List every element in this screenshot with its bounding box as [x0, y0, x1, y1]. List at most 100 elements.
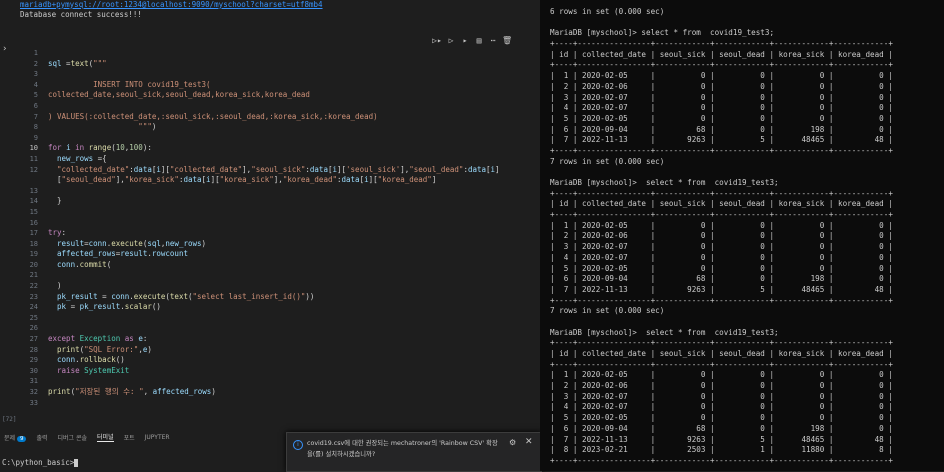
code-line[interactable]: 29 conn.rollback()	[0, 355, 540, 366]
terminal-line: | 4 | 2020-02-07 | 0 | 0 | 0 | 0 |	[550, 402, 893, 412]
code-line[interactable]: 23 pk_result = conn.execute(text("select…	[0, 292, 540, 303]
line-number: 4	[33, 80, 38, 89]
delete-icon[interactable]: 🗑	[502, 36, 512, 45]
code-line[interactable]: 22 )	[0, 281, 540, 292]
code-line[interactable]: 16	[0, 218, 540, 229]
code-text: """)	[48, 122, 157, 132]
code-line[interactable]: 26	[0, 323, 540, 334]
terminal-line: | 5 | 2020-02-05 | 0 | 0 | 0 | 0 |	[550, 413, 893, 423]
line-number: 6	[33, 101, 38, 110]
terminal-line: 7 rows in set (0.000 sec)	[550, 156, 665, 166]
code-line[interactable]: 6	[0, 101, 540, 112]
panel-tab[interactable]: 디버그 콘솔	[58, 433, 88, 442]
terminal-line: | 6 | 2020-09-04 | 68 | 0 | 198 | 0 |	[550, 423, 893, 433]
code-line[interactable]: 24 pk = pk_result.scalar()	[0, 302, 540, 313]
terminal-line: | 5 | 2020-02-05 | 0 | 0 | 0 | 0 |	[550, 113, 893, 123]
code-text: conn.rollback()	[57, 355, 125, 365]
terminal-line: 6 rows in set (0.000 sec)	[550, 7, 665, 16]
code-cell[interactable]: 1 2 sql =text(""" 3 4 INSERT INTO covid19_te…	[0, 48, 540, 408]
terminal-line: | 2 | 2020-02-06 | 0 | 0 | 0 | 0 |	[550, 231, 893, 241]
panel-tab[interactable]: 문제 9	[4, 433, 27, 442]
line-number: 28	[29, 345, 38, 354]
code-line[interactable]: 32 print("저장된 행의 수: ", affected_rows)	[0, 387, 540, 398]
code-line[interactable]: 3	[0, 69, 540, 80]
code-text: except Exception as e:	[48, 334, 148, 344]
line-number: 24	[29, 303, 38, 312]
code-line[interactable]: 27 except Exception as e:	[0, 334, 540, 345]
extension-notification: i covid19.csv에 대한 권장되는 mechatroner의 'Rai…	[286, 432, 542, 472]
line-number: 16	[29, 218, 38, 227]
run-below-icon[interactable]: ▸	[460, 36, 470, 45]
more-icon[interactable]: ⋯	[488, 36, 498, 45]
terminal-line: MariaDB [myschool]> select * from covid1…	[550, 327, 779, 337]
run-cell-icon[interactable]: ▷	[446, 36, 456, 45]
code-line[interactable]: 10 for i in range(10,100):	[0, 143, 540, 154]
code-line[interactable]: 18 result=conn.execute(sql,new_rows)	[0, 239, 540, 250]
notification-message: covid19.csv에 대한 권장되는 mechatroner의 'Rainb…	[307, 440, 498, 458]
panel-tab[interactable]: 포트	[124, 433, 135, 442]
code-line[interactable]: 17 try:	[0, 228, 540, 239]
code-text: )	[48, 281, 62, 291]
line-number: 20	[29, 260, 38, 269]
code-line[interactable]: 19 affected_rows=result.rowcount	[0, 249, 540, 260]
terminal-line: +----+----------------+------------+----…	[550, 338, 893, 348]
line-number: 9	[33, 133, 38, 142]
terminal-line: | 3 | 2020-02-07 | 0 | 0 | 0 | 0 |	[550, 391, 893, 401]
code-line[interactable]: 8 """)	[0, 122, 540, 133]
panel-tab-label: 포트	[123, 434, 135, 442]
code-text: for i in range(10,100):	[48, 143, 152, 153]
line-number: 33	[29, 398, 38, 407]
code-line[interactable]: 30 raise SystemExit	[0, 366, 540, 377]
code-line[interactable]: ["seoul_dead"],"korea_sick":data[i]["kor…	[0, 175, 540, 186]
gear-icon[interactable]: ⚙	[509, 438, 516, 447]
code-text: INSERT INTO covid19_test3(	[48, 79, 211, 89]
terminal-line: +----+----------------+------------+----…	[550, 188, 893, 198]
code-line[interactable]: 25	[0, 313, 540, 324]
code-line[interactable]: 9	[0, 133, 540, 144]
terminal-line: +----+----------------+------------+----…	[550, 60, 893, 70]
code-line[interactable]: 28 print("SQL Error:",e)	[0, 345, 540, 356]
terminal-prompt[interactable]: C:\python_basic>	[2, 458, 79, 467]
code-line[interactable]: 21	[0, 270, 540, 281]
code-line[interactable]: 13	[0, 186, 540, 197]
terminal-line: MariaDB [myschool]> select * from covid1…	[550, 28, 775, 38]
code-line[interactable]: 4 INSERT INTO covid19_test3(	[0, 80, 540, 91]
code-text: conn.commit(	[57, 259, 112, 269]
panel-tab-bar: 문제 9 출력 디버그 콘솔 터미널 포트 JUPYTER	[0, 430, 294, 444]
terminal-line: | 1 | 2020-02-05 | 0 | 0 | 0 | 0 |	[550, 220, 893, 230]
execution-count: [72]	[2, 416, 17, 423]
line-number: 11	[29, 154, 38, 163]
panel-tab-label: 문제	[4, 434, 16, 442]
code-line[interactable]: 31	[0, 376, 540, 387]
code-line[interactable]: 7) VALUES(:collected_date,:seoul_sick,:s…	[0, 112, 540, 123]
code-line[interactable]: 14 }	[0, 196, 540, 207]
connect-success-message: Database connect success!!!	[20, 10, 142, 19]
code-text: print("SQL Error:",e)	[57, 344, 152, 354]
line-number: 14	[29, 197, 38, 206]
code-line[interactable]: 2 sql =text("""	[0, 59, 540, 70]
code-line[interactable]: 12 "collected_date":data[i]["collected_d…	[0, 165, 540, 176]
code-line[interactable]: 33	[0, 398, 540, 409]
code-line[interactable]: 11 new_rows ={	[0, 154, 540, 165]
panel-tab[interactable]: 출력	[36, 433, 47, 442]
terminal-line: +----+----------------+------------+----…	[550, 39, 893, 49]
connection-url-link[interactable]: mariadb+pymysql://root:1234@localhost:90…	[20, 0, 323, 10]
code-line[interactable]: 1	[0, 48, 540, 59]
line-number: 1	[33, 49, 38, 57]
terminal-line: | 2 | 2020-02-06 | 0 | 0 | 0 | 0 |	[550, 81, 893, 91]
terminal-window: 6 rows in set (0.000 sec) MariaDB [myscho…	[540, 0, 944, 471]
terminal-line: | 4 | 2020-02-07 | 0 | 0 | 0 | 0 |	[550, 252, 893, 262]
run-above-icon[interactable]: ▷▸	[432, 36, 442, 45]
code-line[interactable]: 20 conn.commit(	[0, 260, 540, 271]
terminal-line: | 7 | 2022-11-13 | 9263 | 5 | 48465 | 48…	[550, 434, 893, 444]
split-icon[interactable]: ▤	[474, 36, 484, 45]
code-line[interactable]: 15	[0, 207, 540, 218]
line-number: 32	[29, 388, 38, 396]
panel-tab[interactable]: 터미널	[97, 432, 114, 442]
close-icon[interactable]: ✕	[525, 437, 533, 447]
problems-count-badge: 9	[16, 435, 27, 442]
code-line[interactable]: 5 collected_date,seoul_sick,seoul_dead,ko…	[0, 90, 540, 101]
panel-tab[interactable]: JUPYTER	[145, 434, 170, 441]
